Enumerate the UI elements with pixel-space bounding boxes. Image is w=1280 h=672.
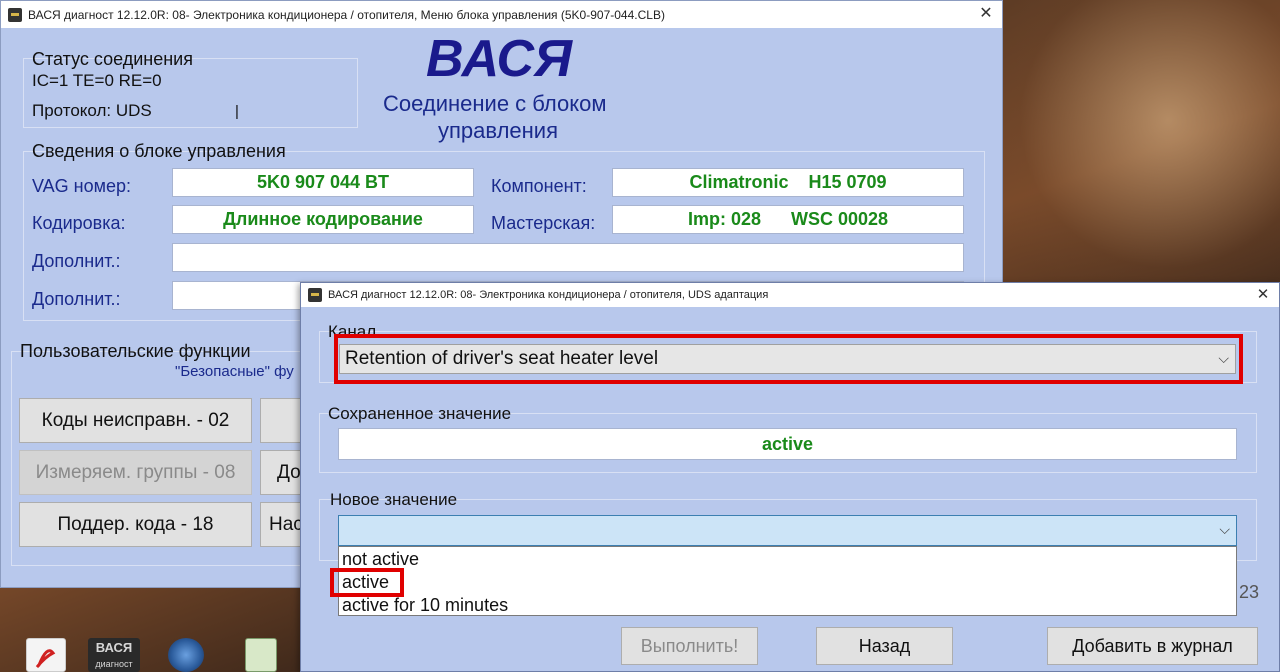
extra1-field [172,243,964,272]
execute-button[interactable]: Выполнить! [621,627,758,665]
connection-heading-line2: управления [438,118,558,143]
measuring-groups-button[interactable]: Измеряем. группы - 08 [19,450,252,495]
channel-highlight [334,334,1243,384]
dialog-titlebar: ВАСЯ диагност 12.12.0R: 08- Электроника … [301,283,1279,307]
pdf-icon[interactable] [26,638,66,672]
extra2-label: Дополнит.: [32,289,121,309]
ic-te-re-values: IC=1 TE=0 RE=0 [32,71,162,90]
back-button[interactable]: Назад [816,627,953,665]
vasya-logo: ВАСЯ [426,30,572,88]
new-value-label: Новое значение [330,490,458,509]
option-active-10-minutes[interactable]: active for 10 minutes [342,595,508,616]
vasya-icon-sub: диагност [95,659,133,669]
component-label: Компонент: [491,176,587,196]
support-codes-button[interactable]: Поддер. кода - 18 [19,502,252,547]
user-functions-title: Пользовательские функции [20,341,251,361]
new-value-chevron-icon[interactable]: ⌵ [1219,516,1230,543]
vag-number-label: VAG номер: [32,176,132,196]
new-value-select[interactable]: ⌵ [338,515,1237,546]
dialog-logo-icon [308,288,322,302]
vasya-icon-text: ВАСЯ [95,640,133,655]
main-window-title: ВАСЯ диагност 12.12.0R: 08- Электроника … [28,7,665,22]
connection-status-title: Статус соединения [32,49,193,69]
fault-codes-button[interactable]: Коды неисправн. - 02 [19,398,252,443]
dialog-title: ВАСЯ диагност 12.12.0R: 08- Электроника … [328,289,769,301]
dialog-close-icon[interactable]: ✕ [1251,284,1275,306]
add-to-log-button[interactable]: Добавить в журнал [1047,627,1258,665]
protocol-text: Протокол: UDS [32,101,152,120]
partial-value-behind-right: 23 [1239,582,1260,602]
uds-adaptation-dialog: ВАСЯ диагност 12.12.0R: 08- Электроника … [300,282,1280,672]
workshop-field: Imp: 028 WSC 00028 [612,205,964,234]
app-logo-icon [8,7,22,22]
main-close-icon[interactable]: ✕ [974,3,998,25]
spreadsheet-icon[interactable] [245,638,277,672]
status-cursor: | [235,103,239,120]
coding-label: Кодировка: [32,213,126,233]
new-value-dropdown: not active active active for 10 minutes [338,546,1237,616]
safe-functions-label: "Безопасные" фу [175,363,294,380]
saved-value-field: active [338,428,1237,460]
connection-heading-line1: Соединение с блоком [383,91,607,116]
workshop-label: Мастерская: [491,213,596,233]
option-active-highlight [330,568,404,597]
taskbar: ВАСЯ диагност [0,630,300,672]
main-titlebar: ВАСЯ диагност 12.12.0R: 08- Электроника … [1,1,1002,28]
vag-number-field: 5K0 907 044 BT [172,168,474,197]
globe-icon[interactable] [168,638,204,672]
desktop-wallpaper [1000,0,1280,300]
coding-field: Длинное кодирование [172,205,474,234]
saved-value-label: Сохраненное значение [328,404,512,423]
option-not-active[interactable]: not active [342,549,419,570]
module-info-title: Сведения о блоке управления [32,141,286,161]
component-field: Climatronic H15 0709 [612,168,964,197]
vasya-app-icon[interactable]: ВАСЯ диагност [88,638,140,672]
extra1-label: Дополнит.: [32,251,121,271]
